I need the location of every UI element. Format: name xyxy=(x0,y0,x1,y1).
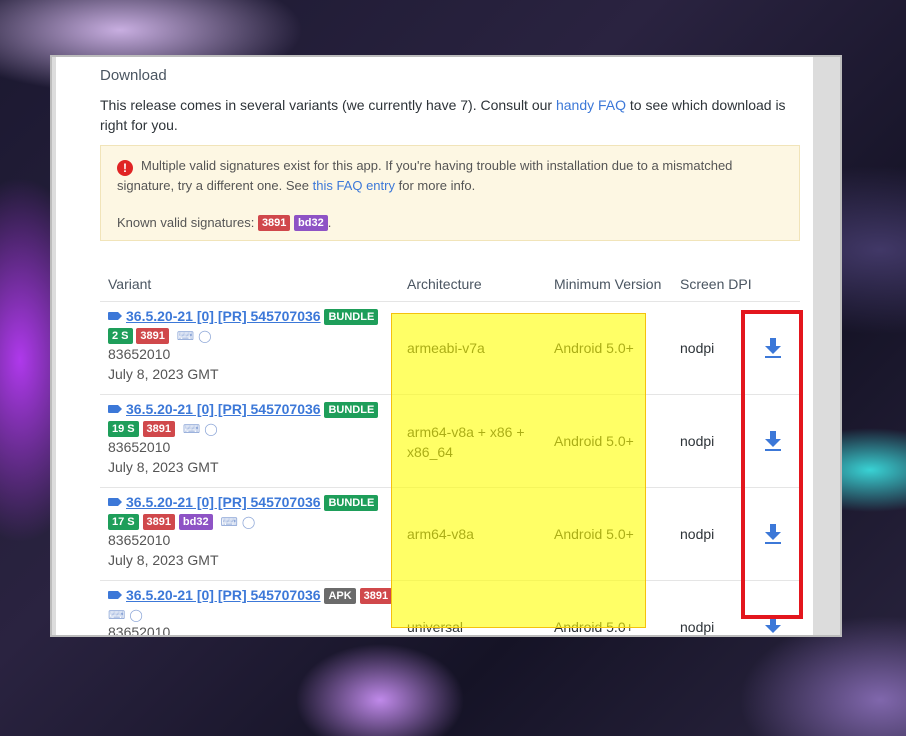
variant-badges: 17 S 3891 bd32 ⌨ ◯ xyxy=(108,513,398,530)
version-code: 83652010 xyxy=(108,532,171,548)
signature-badge: 3891 xyxy=(142,514,176,530)
alert-message: ! Multiple valid signatures exist for thi… xyxy=(117,156,783,195)
version-code: 83652010 xyxy=(108,624,171,635)
browser-frame: Download This release comes in several v… xyxy=(50,55,842,637)
table-row: 36.5.20-21 [0] [PR] 545707036 BUNDLE 19 … xyxy=(100,395,800,488)
download-page: Download This release comes in several v… xyxy=(56,57,813,635)
car-icon: ⌨ xyxy=(108,608,126,622)
handy-faq-link[interactable]: handy FAQ xyxy=(556,97,626,113)
header-architecture: Architecture xyxy=(407,276,482,292)
variant-badges: 2 S 3891 ⌨ ◯ xyxy=(108,327,398,344)
release-date: July 8, 2023 GMT xyxy=(108,459,219,475)
variant-link[interactable]: 36.5.20-21 [0] [PR] 545707036 xyxy=(126,308,321,324)
download-icon[interactable] xyxy=(764,338,782,358)
header-min-version: Minimum Version xyxy=(554,276,662,292)
download-icon[interactable] xyxy=(764,431,782,451)
min-version-cell: Android 5.0+ xyxy=(554,433,634,449)
tag-icon xyxy=(108,405,122,413)
header-variant: Variant xyxy=(108,276,152,292)
vr-icon: ◯ xyxy=(241,515,256,529)
dpi-cell: nodpi xyxy=(680,433,715,449)
tag-icon xyxy=(108,312,122,320)
intro-prefix: This release comes in several variants (… xyxy=(100,97,556,113)
dpi-cell: nodpi xyxy=(680,619,715,635)
type-badge: APK xyxy=(324,588,356,604)
intro-text: This release comes in several variants (… xyxy=(100,95,800,135)
tag-icon xyxy=(108,498,122,506)
car-icon: ⌨ xyxy=(176,329,195,343)
variant-link[interactable]: 36.5.20-21 [0] [PR] 545707036 xyxy=(126,587,321,603)
release-date: July 8, 2023 GMT xyxy=(108,366,219,382)
splits-badge: 17 S xyxy=(108,514,139,530)
signature-badge: 3891 xyxy=(136,328,169,344)
type-badge: BUNDLE xyxy=(324,309,379,325)
signature-alert: ! Multiple valid signatures exist for thi… xyxy=(100,145,800,241)
dpi-cell: nodpi xyxy=(680,526,715,542)
variant-link[interactable]: 36.5.20-21 [0] [PR] 545707036 xyxy=(126,494,321,510)
variant-cell: 36.5.20-21 [0] [PR] 545707036 BUNDLE 2 S… xyxy=(108,308,398,384)
exclamation-icon: ! xyxy=(117,160,133,176)
header-screen-dpi: Screen DPI xyxy=(680,276,752,292)
min-version-cell: Android 5.0+ xyxy=(554,526,634,542)
variant-badges: ⌨ ◯ xyxy=(108,606,398,622)
signature-badge-bd32: bd32 xyxy=(178,514,213,530)
download-icon[interactable] xyxy=(764,617,782,635)
table-row: 36.5.20-21 [0] [PR] 545707036 BUNDLE 17 … xyxy=(100,488,800,581)
signature-badge-3891[interactable]: 3891 xyxy=(257,215,291,231)
known-signatures-label: Known valid signatures: xyxy=(117,215,255,230)
signature-badge-bd32[interactable]: bd32 xyxy=(294,215,328,231)
faq-entry-link[interactable]: this FAQ entry xyxy=(313,178,395,193)
release-date: July 8, 2023 GMT xyxy=(108,552,219,568)
variant-cell: 36.5.20-21 [0] [PR] 545707036 APK 3891 ⌨… xyxy=(108,587,398,635)
splits-badge: 2 S xyxy=(108,328,133,344)
download-heading: Download xyxy=(100,67,167,84)
architecture-cell: armeabi-v7a xyxy=(407,340,485,356)
architecture-cell: arm64-v8a + x86 + x86_64 xyxy=(407,424,525,460)
variant-cell: 36.5.20-21 [0] [PR] 545707036 BUNDLE 17 … xyxy=(108,494,398,570)
min-version-cell: Android 5.0+ xyxy=(554,619,634,635)
dpi-cell: nodpi xyxy=(680,340,715,356)
architecture-cell: arm64-v8a xyxy=(407,526,474,542)
variant-badges: 19 S 3891 ⌨ ◯ xyxy=(108,420,398,437)
car-icon: ⌨ xyxy=(220,515,238,529)
vr-icon: ◯ xyxy=(204,422,218,436)
car-icon: ⌨ xyxy=(182,422,201,436)
min-version-cell: Android 5.0+ xyxy=(554,340,634,356)
variant-link[interactable]: 36.5.20-21 [0] [PR] 545707036 xyxy=(126,401,321,417)
version-code: 83652010 xyxy=(108,346,171,362)
vr-icon: ◯ xyxy=(129,608,143,622)
variant-cell: 36.5.20-21 [0] [PR] 545707036 BUNDLE 19 … xyxy=(108,401,398,477)
table-row: 36.5.20-21 [0] [PR] 545707036 BUNDLE 2 S… xyxy=(100,302,800,395)
alert-text-suffix: for more info. xyxy=(394,178,476,193)
version-code: 83652010 xyxy=(108,439,171,455)
signature-badge: 3891 xyxy=(142,421,176,437)
table-header: Variant Architecture Minimum Version Scr… xyxy=(100,268,800,302)
type-badge: BUNDLE xyxy=(324,495,379,511)
signature-badge: 3891 xyxy=(359,588,393,604)
vr-icon: ◯ xyxy=(198,329,212,343)
splits-badge: 19 S xyxy=(108,421,139,437)
known-signatures: Known valid signatures: 3891 bd32. xyxy=(117,213,783,232)
signatures-period: . xyxy=(327,215,332,230)
type-badge: BUNDLE xyxy=(324,402,379,418)
table-row: 36.5.20-21 [0] [PR] 545707036 APK 3891 ⌨… xyxy=(100,581,800,635)
download-icon[interactable] xyxy=(764,524,782,544)
architecture-cell: universal xyxy=(407,619,464,635)
tag-icon xyxy=(108,591,122,599)
